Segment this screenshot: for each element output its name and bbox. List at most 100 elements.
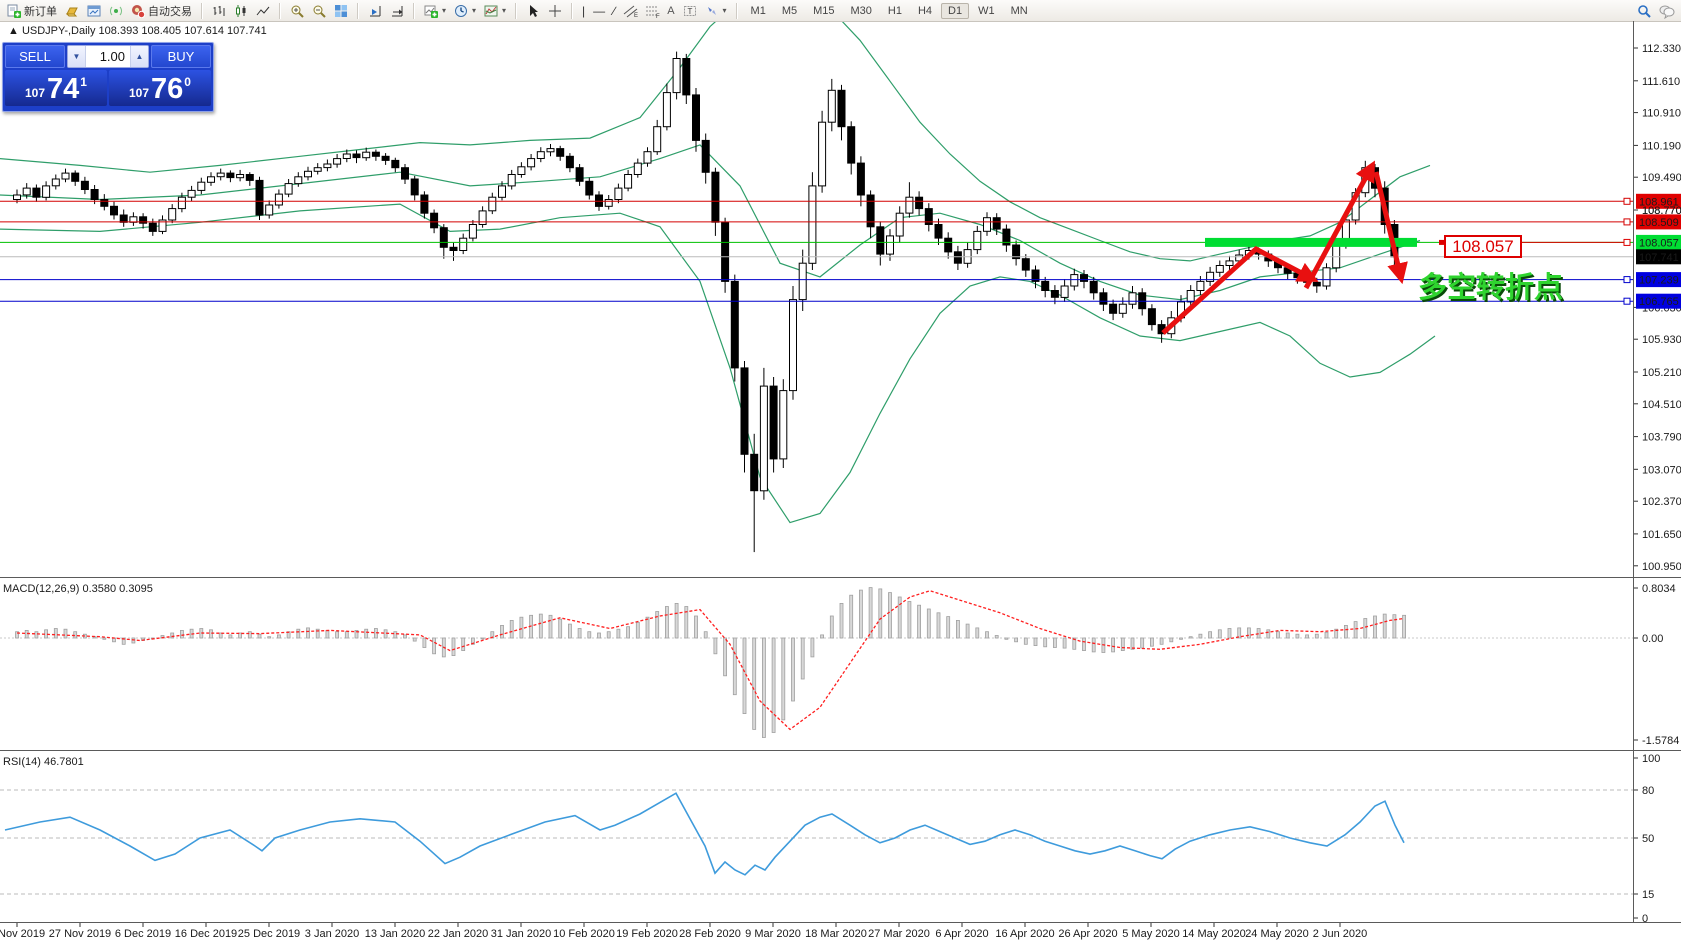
candle-body (896, 213, 903, 236)
shapes-button[interactable]: ▾ (701, 3, 731, 19)
macd-bar (956, 620, 959, 638)
crosshair-button[interactable] (544, 3, 566, 19)
macd-bar (229, 635, 232, 638)
trendline-button[interactable]: ∕ (609, 3, 619, 19)
candle-body (935, 225, 942, 239)
new-order-button[interactable]: 新订单 (3, 2, 61, 20)
timeframe-m5[interactable]: M5 (775, 3, 804, 19)
line-anchor[interactable] (1624, 198, 1630, 204)
price-tick-label: 110.190 (1642, 140, 1681, 152)
hline-button[interactable]: — (589, 3, 609, 19)
macd-bar (345, 632, 348, 638)
sell-button[interactable]: SELL (5, 45, 65, 68)
macd-bar (947, 617, 950, 638)
new-chart-button[interactable]: ▾ (420, 3, 450, 19)
sell-price-panel[interactable]: 107 74 1 (5, 70, 107, 106)
candle-body (431, 213, 438, 228)
trend-zigzag-arrow[interactable] (1163, 249, 1313, 333)
timeframe-m30[interactable]: M30 (844, 3, 879, 19)
auto-scroll-button[interactable] (386, 3, 408, 19)
toolbar-separator (571, 3, 573, 19)
macd-bar (1228, 629, 1231, 639)
zoom-out-button[interactable] (308, 3, 330, 19)
channel-button[interactable]: E (619, 3, 641, 19)
timeframe-w1[interactable]: W1 (971, 3, 1002, 19)
bar-chart-button[interactable] (208, 3, 230, 19)
timeframe-h1[interactable]: H1 (881, 3, 909, 19)
candle-body (625, 175, 632, 189)
price-tick-label: 102.370 (1642, 496, 1681, 508)
buy-price-big: 76 (151, 75, 183, 104)
macd-bar (568, 624, 571, 638)
gold-button[interactable] (61, 3, 83, 19)
vline-icon: | (582, 4, 585, 18)
candle-body (1081, 275, 1088, 282)
macd-bar (520, 617, 523, 638)
volume-box: ▼ 1.00 ▲ (67, 45, 149, 68)
candlestick-button[interactable] (230, 3, 252, 19)
candle-body (305, 171, 312, 177)
macd-bar (1092, 638, 1095, 652)
search-icon[interactable] (1637, 4, 1651, 18)
macd-panel-layer[interactable] (0, 588, 1633, 738)
buy-price-sup: 0 (184, 72, 191, 89)
zoom-in-button[interactable] (286, 3, 308, 19)
price-axis[interactable]: 112.330111.610110.910110.190109.490108.7… (1634, 43, 1681, 925)
date-axis[interactable]: 8 Nov 201927 Nov 20196 Dec 201916 Dec 20… (0, 923, 1367, 940)
toolbar-separator (736, 3, 738, 19)
new-order-icon (7, 4, 21, 18)
signal-button[interactable] (105, 3, 127, 19)
buy-button[interactable]: BUY (151, 45, 211, 68)
candle-body (91, 190, 98, 200)
indicators-button[interactable]: ▾ (480, 3, 510, 19)
timeframe-m15[interactable]: M15 (806, 3, 841, 19)
macd-bar (1015, 638, 1018, 642)
timeframe-h4[interactable]: H4 (911, 3, 939, 19)
tile-windows-icon (334, 4, 348, 18)
cn-annotation-text[interactable]: 多空转折点 (1418, 270, 1563, 304)
line-anchor[interactable] (1624, 277, 1630, 283)
label-button[interactable]: T (679, 3, 701, 19)
label-icon: T (683, 4, 697, 18)
timeframe-mn[interactable]: MN (1004, 3, 1035, 19)
one-click-trading-panel: SELL ▼ 1.00 ▲ BUY 107 74 1 107 76 0 (2, 42, 214, 112)
channel-icon: E (623, 4, 637, 18)
leader-anchor[interactable] (1439, 240, 1444, 245)
fibo-button[interactable]: F (641, 3, 663, 19)
line-chart-button[interactable] (252, 3, 274, 19)
macd-bar (695, 616, 698, 638)
candle-body (1216, 266, 1223, 273)
panel-borders (0, 21, 1681, 923)
timeframe-m1[interactable]: M1 (744, 3, 773, 19)
period-button[interactable]: ▾ (450, 3, 480, 19)
macd-bar (54, 629, 57, 639)
chat-icon[interactable] (1659, 4, 1673, 18)
overlay-annotations-layer[interactable]: 108.057多空转折点 (1163, 166, 1630, 333)
price-chart-layer[interactable] (0, 21, 1633, 552)
volume-input[interactable]: 1.00 (86, 46, 130, 67)
macd-bar (559, 619, 562, 638)
volume-increase-button[interactable]: ▲ (130, 46, 148, 67)
candle-body (1119, 304, 1126, 313)
window-chart-button[interactable] (83, 3, 105, 19)
chart-area[interactable]: 108.057多空转折点 112.330111.610110.910110.19… (0, 21, 1681, 946)
rsi-panel-layer[interactable] (0, 790, 1633, 894)
shift-end-button[interactable] (364, 3, 386, 19)
cursor-button[interactable] (522, 3, 544, 19)
candle-body (693, 95, 700, 140)
volume-decrease-button[interactable]: ▼ (68, 46, 86, 67)
trend-zigzag-arrow[interactable] (1306, 166, 1372, 288)
macd-bar (976, 628, 979, 638)
line-anchor[interactable] (1624, 219, 1630, 225)
vline-button[interactable]: | (578, 3, 589, 19)
leader-anchor[interactable] (1624, 239, 1630, 245)
candle-body (1187, 291, 1194, 302)
autotrade-button[interactable]: 自动交易 (127, 2, 196, 20)
support-band[interactable] (1205, 238, 1417, 247)
macd-bar (966, 624, 969, 638)
tile-windows-button[interactable] (330, 3, 352, 19)
timeframe-d1[interactable]: D1 (941, 3, 969, 19)
text-button[interactable]: A (663, 3, 678, 19)
buy-price-panel[interactable]: 107 76 0 (109, 70, 211, 106)
line-anchor[interactable] (1624, 298, 1630, 304)
